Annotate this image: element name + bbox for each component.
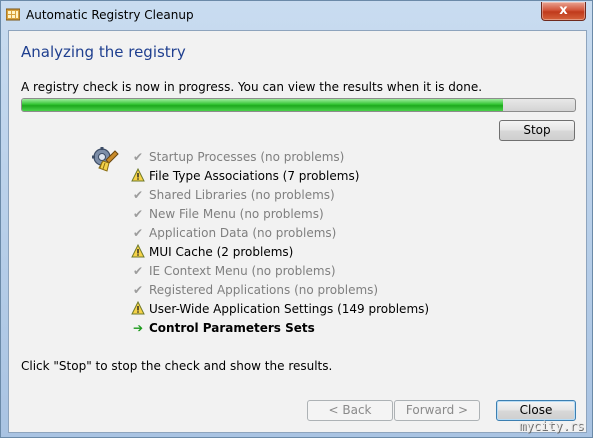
checkmark-icon: ✔: [132, 264, 144, 278]
close-button[interactable]: Close: [496, 400, 576, 421]
check-item-label: Control Parameters Sets: [149, 321, 315, 335]
check-item: MUI Cache (2 problems): [130, 243, 429, 262]
page-title: Analyzing the registry: [21, 43, 186, 61]
check-item: ✔ IE Context Menu (no problems): [130, 262, 429, 281]
warning-icon: [130, 167, 146, 186]
checkmark-icon: ✔: [132, 207, 144, 221]
window-close-button[interactable]: x: [541, 2, 586, 21]
registry-cleanup-icon: [92, 147, 119, 172]
close-icon: x: [559, 3, 568, 18]
hint-text: Click "Stop" to stop the check and show …: [21, 359, 333, 373]
back-button[interactable]: < Back: [307, 400, 393, 421]
arrow-right-icon: ➔: [132, 321, 144, 335]
check-item: ✔ Startup Processes (no problems): [130, 148, 429, 167]
check-item: ➔ Control Parameters Sets: [130, 319, 429, 338]
check-item-label: Application Data (no problems): [149, 226, 337, 240]
checkmark-icon: ✔: [132, 283, 144, 297]
checkmark-icon: ✔: [132, 226, 144, 240]
check-item-label: User-Wide Application Settings (149 prob…: [149, 302, 430, 316]
check-item-label: File Type Associations (7 problems): [149, 169, 360, 183]
instruction-text: A registry check is now in progress. You…: [21, 80, 483, 94]
check-item-label: New File Menu (no problems): [149, 207, 324, 221]
check-item: ✔ Registered Applications (no problems): [130, 281, 429, 300]
check-item-label: MUI Cache (2 problems): [149, 245, 294, 259]
check-item-label: Shared Libraries (no problems): [149, 188, 335, 202]
stop-button[interactable]: Stop: [499, 120, 575, 141]
checkmark-icon: ✔: [132, 150, 144, 164]
warning-icon: [130, 243, 146, 262]
dialog-window: Automatic Registry Cleanup x Analyzing t…: [0, 0, 593, 438]
window-title: Automatic Registry Cleanup: [26, 8, 194, 22]
title-bar[interactable]: Automatic Registry Cleanup x: [1, 1, 592, 30]
check-item: ✔ Shared Libraries (no problems): [130, 186, 429, 205]
check-item-label: Registered Applications (no problems): [149, 283, 379, 297]
check-item-label: IE Context Menu (no problems): [149, 264, 336, 278]
check-item: User-Wide Application Settings (149 prob…: [130, 300, 429, 319]
dialog-content: Analyzing the registry A registry check …: [8, 30, 587, 433]
registry-app-icon: [6, 8, 20, 21]
warning-icon: [130, 300, 146, 319]
check-item: ✔ New File Menu (no problems): [130, 205, 429, 224]
check-item-label: Startup Processes (no problems): [149, 150, 345, 164]
progress-fill: [22, 99, 504, 111]
progress-bar: [21, 98, 576, 112]
check-item: ✔ Application Data (no problems): [130, 224, 429, 243]
watermark: mycity.rs: [518, 419, 584, 433]
checkmark-icon: ✔: [132, 188, 144, 202]
check-item: File Type Associations (7 problems): [130, 167, 429, 186]
forward-button[interactable]: Forward >: [394, 400, 480, 421]
registry-check-list: ✔ Startup Processes (no problems) File Typ…: [130, 148, 429, 338]
